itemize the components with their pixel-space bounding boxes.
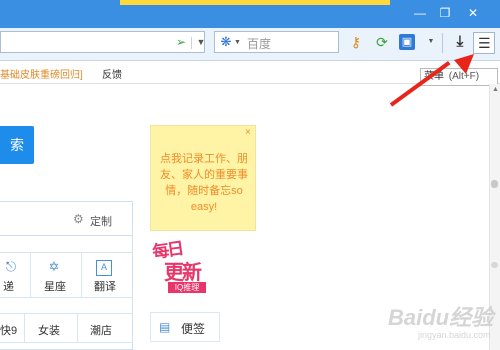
toolbar: ➢ ▼ ❋ ▼ 百度 ⚷ ⟳ ▣ ▼ ⤓ ☰ [0,28,500,61]
engine-chevron-icon[interactable]: ▼ [234,39,241,46]
star-icon: ✡ [48,259,60,274]
grid-label: 星座 [44,281,66,293]
scroll-thumb[interactable] [491,180,498,188]
watermark: Baidu经验 jingyan.baidu.com [388,300,498,348]
translate-icon[interactable]: ▣ [399,34,415,50]
link-row: 快9 女装 潮店 [0,313,132,343]
scroll-up-icon[interactable]: ▲ [492,86,499,93]
grid-label: 递 [3,281,14,293]
close-icon[interactable]: × [245,127,251,138]
search-button[interactable]: 索 [0,126,34,164]
search-box[interactable]: ❋ ▼ 百度 [214,31,339,53]
sticky-notes-card[interactable]: ▤ 便签 [150,312,220,342]
title-stripe [120,0,390,5]
scroll-thumb-lower[interactable] [491,262,498,268]
sticky-note[interactable]: × 点我记录工作、朋友、家人的重要事情，随时备忘so easy! [150,125,256,231]
arrow-head [454,54,474,74]
logo-line2: 更新 [164,262,202,284]
search-placeholder: 百度 [247,37,272,51]
menu-list-icon: ☰ [478,35,491,51]
app-grid: ⎋ 递 ✡ 星座 A 翻译 [0,252,132,298]
address-bar[interactable]: ➢ ▼ [0,31,205,53]
panel-header: ⚙ 定制 [0,202,132,236]
grid-item-horoscope[interactable]: ✡ 星座 [31,253,81,297]
daily-update-logo[interactable]: 每日 更新 IQ推理 [150,236,220,296]
grid-item-express[interactable]: ⎋ 递 [0,253,30,297]
site-panel: ⚙ 定制 ⎋ 递 ✡ 星座 A 翻译 快9 女装 潮店 [0,201,133,350]
close-icon[interactable]: ✕ [465,6,481,20]
customize-link[interactable]: 定制 [90,213,112,229]
grid-divider [24,314,25,342]
watermark-url: jingyan.baidu.com [418,330,491,340]
feedback-link[interactable]: 反馈 [102,66,122,81]
paw-icon[interactable]: ❋ [218,34,234,50]
link-item[interactable]: 女装 [38,322,60,338]
toolbar-separator [442,33,443,53]
translate-a-icon: A [96,260,112,276]
gear-icon[interactable]: ⚙ [73,212,84,226]
compat-mode-icon[interactable]: ➢ [173,34,189,50]
minimize-icon[interactable]: — [412,6,428,20]
grid-divider [77,314,78,342]
sticky-label: 便签 [181,322,206,336]
more-chevron-icon[interactable]: ▼ [423,34,439,50]
download-icon[interactable]: ⤓ [452,34,468,50]
link-item[interactable]: 快9 [0,322,17,338]
key-icon[interactable]: ⚷ [348,34,364,50]
logo-tag: IQ推理 [168,282,206,293]
link-item[interactable]: 潮店 [90,322,112,338]
refresh-icon[interactable]: ⟳ [374,34,390,50]
bookmark-skin-link[interactable]: 基础皮肤重磅回归] [0,66,83,81]
title-bar: — ❐ ✕ [0,0,500,28]
grid-label: 翻译 [94,281,116,293]
chevron-down-icon[interactable]: ▼ [193,34,209,50]
restore-icon[interactable]: ❐ [437,6,453,20]
address-divider [191,37,192,49]
note-text: 点我记录工作、朋友、家人的重要事情，随时备忘so easy! [160,153,248,213]
note-icon: ▤ [159,320,171,334]
watermark-text: Baidu经验 [388,305,494,330]
express-icon: ⎋ [5,259,17,274]
grid-item-translate[interactable]: A 翻译 [82,253,132,297]
